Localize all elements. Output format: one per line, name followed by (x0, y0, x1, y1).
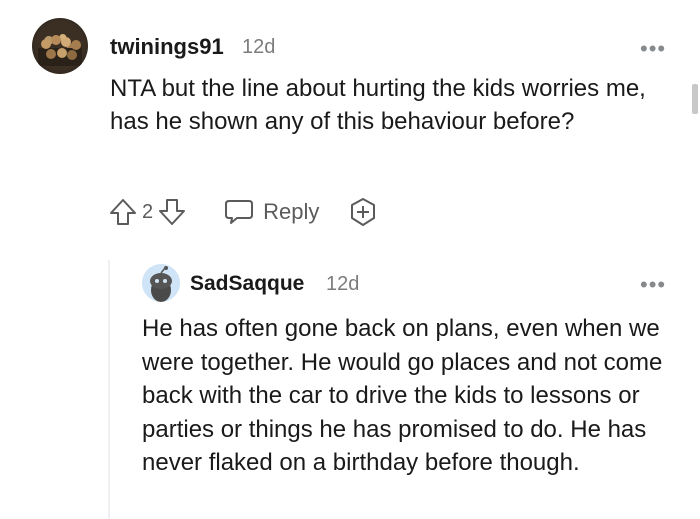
reply-button[interactable]: Reply (223, 197, 319, 227)
comment-body: He has often gone back on plans, even wh… (142, 315, 663, 476)
vote-count: 2 (142, 200, 154, 223)
comment-timestamp: 12d (326, 273, 360, 295)
arrow-up-icon[interactable] (108, 197, 138, 227)
comment-timestamp: 12d (242, 36, 276, 58)
snoo-icon (142, 264, 180, 302)
avatar-image (38, 35, 82, 66)
thread-line[interactable] (108, 260, 110, 519)
arrow-down-icon[interactable] (157, 197, 187, 227)
award-plus-icon[interactable] (347, 196, 379, 228)
scrollbar[interactable] (692, 84, 698, 114)
comment-body: NTA but the line about hurting the kids … (110, 75, 646, 135)
more-options-icon[interactable]: ••• (640, 272, 666, 298)
comment-author[interactable]: SadSaqque (190, 272, 304, 296)
comment-author[interactable]: twinings91 (110, 34, 224, 60)
user-avatar[interactable] (142, 264, 180, 302)
user-avatar[interactable] (32, 18, 88, 74)
speech-bubble-icon (223, 197, 255, 227)
comment-actions: 2 Reply (108, 196, 379, 228)
reply-label: Reply (263, 199, 320, 224)
more-options-icon[interactable]: ••• (640, 36, 666, 62)
